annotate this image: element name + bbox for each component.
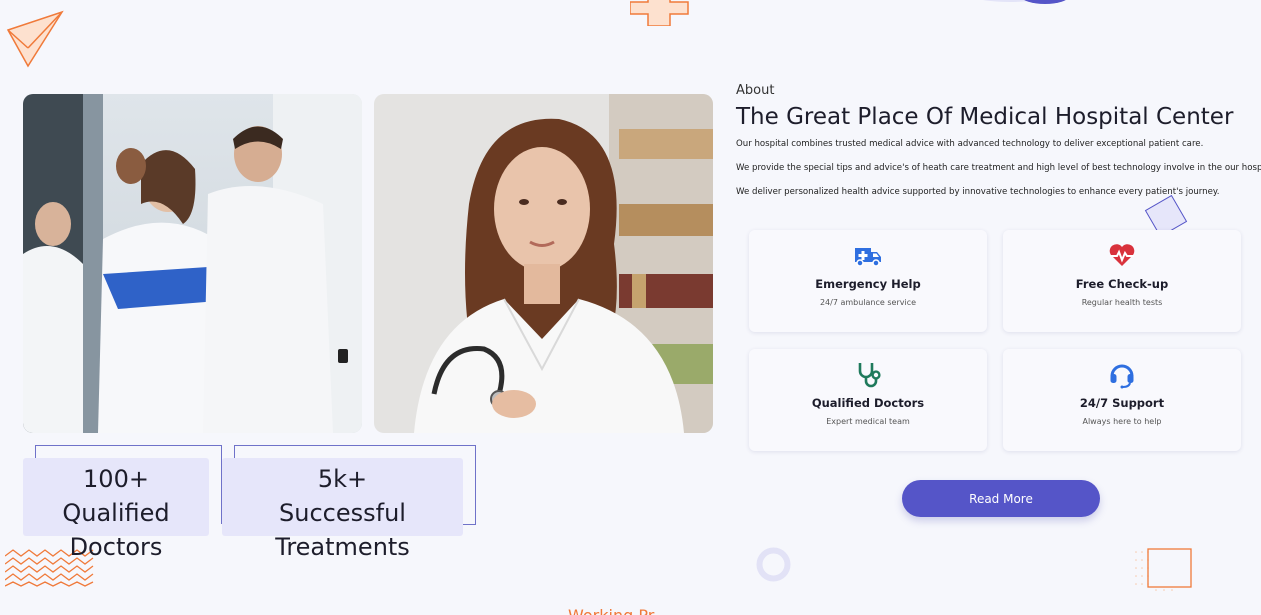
ambulance-icon <box>855 248 881 267</box>
headset-icon <box>1110 364 1134 389</box>
section-label: About <box>736 83 775 98</box>
stat-qualified-doctors: 100+ Qualified Doctors <box>23 458 209 561</box>
stat-value: 100+ <box>83 465 149 493</box>
doctors-team-photo <box>23 94 362 433</box>
plus-decor-icon <box>630 0 689 26</box>
feature-title: Qualified Doctors <box>811 396 925 410</box>
feature-card-checkup[interactable]: Free Check-up Regular health tests <box>1003 230 1241 332</box>
stat-successful-treatments: 5k+ Successful Treatments <box>222 458 463 561</box>
paper-plane-decor-icon <box>6 10 64 68</box>
stethoscope-icon <box>858 363 881 388</box>
feature-subtitle: Regular health tests <box>1081 298 1163 307</box>
heart-pulse-icon <box>1109 244 1135 266</box>
feature-card-support[interactable]: 24/7 Support Always here to help <box>1003 349 1241 451</box>
about-paragraph: We provide the special tips and advice's… <box>736 163 1261 173</box>
feature-title: Emergency Help <box>815 277 921 291</box>
feature-title: 24/7 Support <box>1079 396 1165 410</box>
stat-value: 5k+ <box>317 465 368 493</box>
ring-decor-icon <box>756 547 791 582</box>
stat-label: Successful Treatments <box>275 499 410 561</box>
feature-title: Free Check-up <box>1075 277 1169 291</box>
blob-decor-icon <box>983 0 1066 4</box>
feature-card-emergency[interactable]: Emergency Help 24/7 ambulance service <box>749 230 987 332</box>
about-paragraph: We deliver personalized health advice su… <box>736 187 1220 197</box>
female-doctor-photo <box>374 94 713 433</box>
feature-card-doctors[interactable]: Qualified Doctors Expert medical team <box>749 349 987 451</box>
feature-subtitle: Always here to help <box>1082 417 1162 426</box>
about-paragraph: Our hospital combines trusted medical ad… <box>736 139 1204 149</box>
read-more-button[interactable]: Read More <box>902 480 1100 517</box>
feature-subtitle: Expert medical team <box>826 417 910 426</box>
about-section: 100+ Qualified Doctors 5k+ Successful Tr… <box>0 0 1261 615</box>
next-section-heading: Working Pr <box>568 606 654 615</box>
feature-subtitle: 24/7 ambulance service <box>819 298 917 307</box>
stat-label: Qualified Doctors <box>62 499 170 561</box>
square-dots-decor-icon <box>1135 548 1192 591</box>
section-title: The Great Place Of Medical Hospital Cent… <box>736 104 1234 130</box>
